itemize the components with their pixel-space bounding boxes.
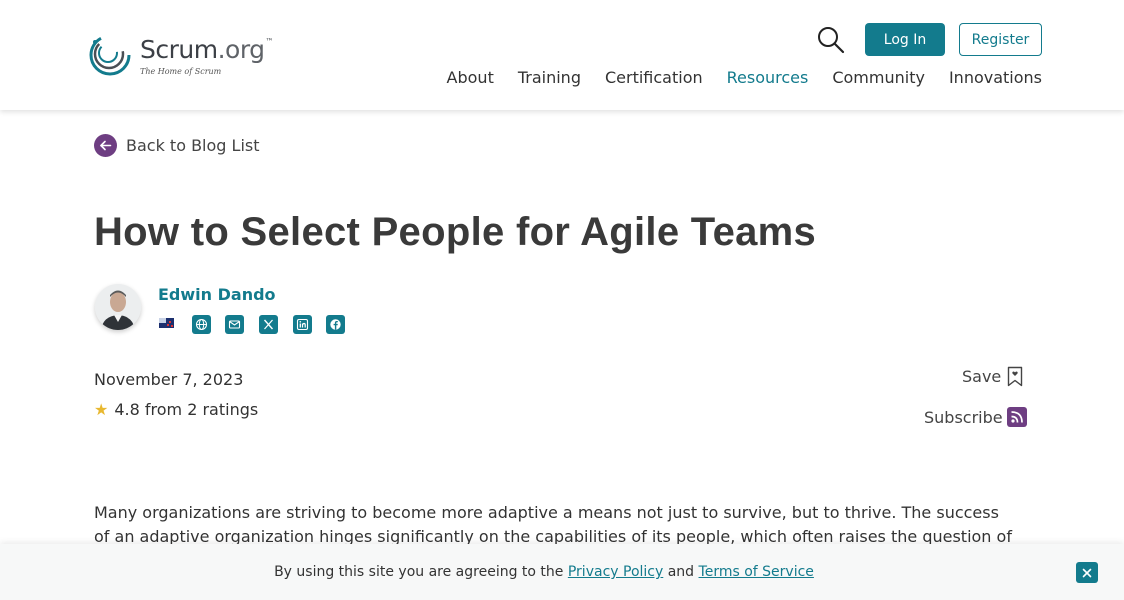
body-paragraph-line: Many organizations are striving to becom… [94, 503, 999, 522]
page-title: How to Select People for Agile Teams [94, 210, 817, 254]
privacy-policy-link[interactable]: Privacy Policy [568, 564, 663, 580]
logo-wordmark: Scrum.org™ [140, 35, 274, 64]
subscribe-label: Subscribe [924, 407, 1003, 427]
rating-text: 4.8 from 2 ratings [114, 400, 259, 419]
nav-about[interactable]: About [447, 68, 494, 87]
author-linkedin-link[interactable] [293, 315, 312, 334]
register-button[interactable]: Register [959, 23, 1042, 56]
close-icon [1082, 568, 1092, 577]
article-rating[interactable]: ★ 4.8 from 2 ratings [94, 400, 258, 419]
nav-community[interactable]: Community [832, 68, 925, 87]
terms-of-service-link[interactable]: Terms of Service [699, 564, 814, 580]
search-icon [818, 27, 845, 54]
cookie-text-prefix: By using this site you are agreeing to t… [274, 564, 568, 580]
arrow-left-icon [94, 134, 117, 157]
site-header: Scrum.org™ The Home of Scrum Log In Regi… [0, 0, 1124, 110]
article-body: Many organizations are striving to becom… [94, 501, 1034, 549]
bookmark-heart-icon [1008, 366, 1023, 387]
back-link-label: Back to Blog List [126, 136, 260, 155]
scrum-org-logo[interactable]: Scrum.org™ The Home of Scrum [84, 28, 284, 82]
facebook-icon [330, 319, 341, 330]
linkedin-icon [296, 318, 309, 331]
main-nav: About Training Certification Resources C… [447, 68, 1042, 87]
rss-icon [1006, 407, 1027, 427]
cookie-text-and: and [663, 564, 699, 580]
star-icon: ★ [94, 400, 109, 419]
nav-innovations[interactable]: Innovations [949, 68, 1042, 87]
author-avatar[interactable] [95, 284, 141, 330]
logo-swirl-icon [89, 34, 131, 76]
publish-date: November 7, 2023 [94, 370, 244, 389]
nav-training[interactable]: Training [518, 68, 581, 87]
new-zealand-flag-icon [159, 318, 174, 328]
login-button[interactable]: Log In [865, 23, 945, 56]
cookie-message: By using this site you are agreeing to t… [0, 564, 1088, 580]
author-facebook-link[interactable] [326, 315, 345, 334]
x-icon [263, 319, 274, 330]
nav-resources[interactable]: Resources [727, 68, 809, 87]
back-to-blog-link[interactable]: Back to Blog List [94, 134, 260, 157]
cookie-close-button[interactable] [1076, 562, 1098, 583]
save-button[interactable]: Save [962, 366, 1023, 387]
save-label: Save [962, 367, 1002, 386]
author-x-link[interactable] [259, 315, 278, 334]
author-website-link[interactable] [192, 315, 211, 334]
nav-certification[interactable]: Certification [605, 68, 703, 87]
email-icon [228, 320, 241, 329]
search-button[interactable] [816, 25, 846, 55]
globe-icon [195, 318, 208, 331]
author-email-link[interactable] [225, 315, 244, 334]
subscribe-button[interactable]: Subscribe [924, 407, 1027, 427]
logo-tagline: The Home of Scrum [140, 67, 222, 76]
cookie-consent-bar: By using this site you are agreeing to t… [0, 544, 1124, 600]
author-name[interactable]: Edwin Dando [158, 285, 276, 304]
